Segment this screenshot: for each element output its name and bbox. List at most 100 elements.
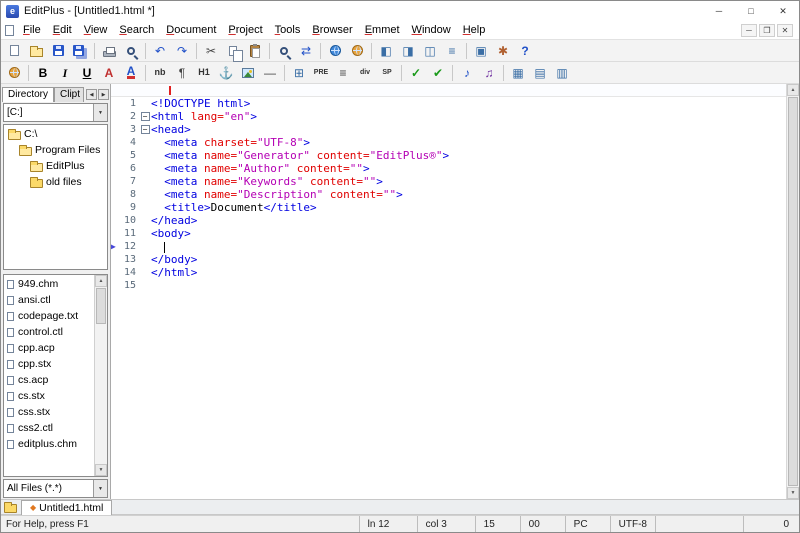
context-help-button[interactable]: ? — [514, 41, 536, 61]
save-all-button[interactable] — [69, 41, 91, 61]
tab-cliptext[interactable]: Clipt — [54, 87, 84, 102]
save-button[interactable] — [47, 41, 69, 61]
browser-preview-button[interactable] — [324, 41, 346, 61]
tree-item[interactable]: Program Files — [4, 142, 107, 158]
replace-button[interactable]: ⇄ — [295, 41, 317, 61]
cliptext-window-button[interactable]: ◨ — [397, 41, 419, 61]
fold-collapse-icon[interactable]: − — [141, 125, 150, 134]
editor-scroll-track[interactable] — [787, 96, 799, 487]
copy-button[interactable] — [222, 41, 244, 61]
close-button[interactable]: ✕ — [767, 1, 799, 21]
code-line[interactable]: 2−<html lang="en"> — [111, 110, 799, 123]
html-page-wizard-button[interactable] — [3, 63, 25, 83]
file-item[interactable]: ansi.ctl — [4, 292, 94, 308]
line-number[interactable]: 14 — [120, 266, 139, 279]
file-item[interactable]: 949.chm — [4, 276, 94, 292]
find-button[interactable] — [273, 41, 295, 61]
document-selector-button[interactable]: ≡ — [441, 41, 463, 61]
menu-emmet[interactable]: Emmet — [359, 22, 406, 38]
directory-toggle-icon[interactable] — [4, 504, 17, 513]
line-number[interactable]: 10 — [120, 214, 139, 227]
file-item[interactable]: cs.acp — [4, 372, 94, 388]
menu-view[interactable]: View — [78, 22, 114, 38]
embed-media-button[interactable]: ♫ — [478, 63, 500, 83]
code-line[interactable]: 5 <meta name="Generator" content="EditPl… — [111, 149, 799, 162]
scroll-down-icon[interactable]: ▼ — [95, 464, 107, 476]
code-line[interactable]: 4 <meta charset="UTF-8"> — [111, 136, 799, 149]
code-line[interactable]: 6 <meta name="Author" content=""> — [111, 162, 799, 175]
mdi-minimize-button[interactable]: ─ — [741, 24, 757, 37]
document-system-icon[interactable] — [5, 25, 14, 36]
code-line[interactable]: 9 <title>Document</title> — [111, 201, 799, 214]
fullscreen-button[interactable]: ▣ — [470, 41, 492, 61]
cut-button[interactable]: ✂ — [200, 41, 222, 61]
maximize-button[interactable]: □ — [735, 1, 767, 21]
file-item[interactable]: codepage.txt — [4, 308, 94, 324]
font-button[interactable]: A — [98, 63, 120, 83]
user-tools-button[interactable]: ✱ — [492, 41, 514, 61]
line-number[interactable]: 12 — [120, 240, 139, 253]
line-number[interactable]: 15 — [120, 279, 139, 292]
menu-help[interactable]: Help — [457, 22, 492, 38]
line-number[interactable]: 1 — [120, 97, 139, 110]
scroll-up-icon[interactable]: ▲ — [95, 275, 107, 287]
menu-browser[interactable]: Browser — [306, 22, 358, 38]
menu-project[interactable]: Project — [222, 22, 268, 38]
file-item[interactable]: cpp.acp — [4, 340, 94, 356]
scroll-thumb[interactable] — [96, 288, 106, 324]
file-filter-selector[interactable]: All Files (*.*) ▼ — [3, 479, 108, 498]
redo-button[interactable]: ↷ — [171, 41, 193, 61]
fold-collapse-icon[interactable]: − — [141, 112, 150, 121]
file-item[interactable]: cs.stx — [4, 388, 94, 404]
list-button[interactable]: ≡ — [332, 63, 354, 83]
file-item[interactable]: control.ctl — [4, 324, 94, 340]
file-item[interactable]: css.stx — [4, 404, 94, 420]
code-line[interactable]: 13</body> — [111, 253, 799, 266]
code-line[interactable]: 1<!DOCTYPE html> — [111, 97, 799, 110]
code-line[interactable]: 14</html> — [111, 266, 799, 279]
menu-document[interactable]: Document — [160, 22, 222, 38]
file-item[interactable]: css2.ctl — [4, 420, 94, 436]
file-filter-dropdown-icon[interactable]: ▼ — [93, 480, 107, 497]
tree-item[interactable]: C:\ — [4, 126, 107, 142]
drive-dropdown-icon[interactable]: ▼ — [93, 104, 107, 121]
app-icon[interactable]: e — [6, 5, 19, 18]
document-tab[interactable]: ◆ Untitled1.html — [21, 500, 112, 515]
div-tag-button[interactable]: div — [354, 63, 376, 83]
heading-button[interactable]: H1 — [193, 63, 215, 83]
line-number[interactable]: 11 — [120, 227, 139, 240]
code-line[interactable]: 3−<head> — [111, 123, 799, 136]
bold-button[interactable]: B — [32, 63, 54, 83]
menu-tools[interactable]: Tools — [269, 22, 307, 38]
scroll-track[interactable] — [95, 287, 107, 464]
line-number[interactable]: 6 — [120, 162, 139, 175]
drive-selector[interactable]: [C:] ▼ — [3, 103, 108, 122]
code-line[interactable]: 10</head> — [111, 214, 799, 227]
line-number[interactable]: 8 — [120, 188, 139, 201]
tab-scroll-right-icon[interactable]: ▶ — [98, 89, 109, 100]
italic-button[interactable]: I — [54, 63, 76, 83]
code-line[interactable]: 15 — [111, 279, 799, 292]
paste-button[interactable] — [244, 41, 266, 61]
span-tag-button[interactable]: SP — [376, 63, 398, 83]
minimize-button[interactable]: ─ — [703, 1, 735, 21]
print-preview-button[interactable] — [120, 41, 142, 61]
code-line[interactable]: ▶12 — [111, 240, 799, 253]
line-number[interactable]: 3 — [120, 123, 139, 136]
file-item[interactable]: cpp.stx — [4, 356, 94, 372]
line-number[interactable]: 4 — [120, 136, 139, 149]
line-number[interactable]: 2 — [120, 110, 139, 123]
open-file-button[interactable] — [25, 41, 47, 61]
seamless-browser-button[interactable] — [346, 41, 368, 61]
validate-button[interactable]: ✔ — [427, 63, 449, 83]
anchor-button[interactable]: ⚓ — [215, 63, 237, 83]
embed-audio-button[interactable]: ♪ — [456, 63, 478, 83]
mdi-close-button[interactable]: ✕ — [777, 24, 793, 37]
line-number[interactable]: 9 — [120, 201, 139, 214]
preformatted-button[interactable]: PRE — [310, 63, 332, 83]
editor-scroll-up-icon[interactable]: ▲ — [787, 84, 799, 96]
line-break-button[interactable]: ¶ — [171, 63, 193, 83]
tab-scroll-left-icon[interactable]: ◀ — [86, 89, 97, 100]
editor-scroll-thumb[interactable] — [788, 97, 798, 486]
horizontal-rule-button[interactable]: — — [259, 63, 281, 83]
